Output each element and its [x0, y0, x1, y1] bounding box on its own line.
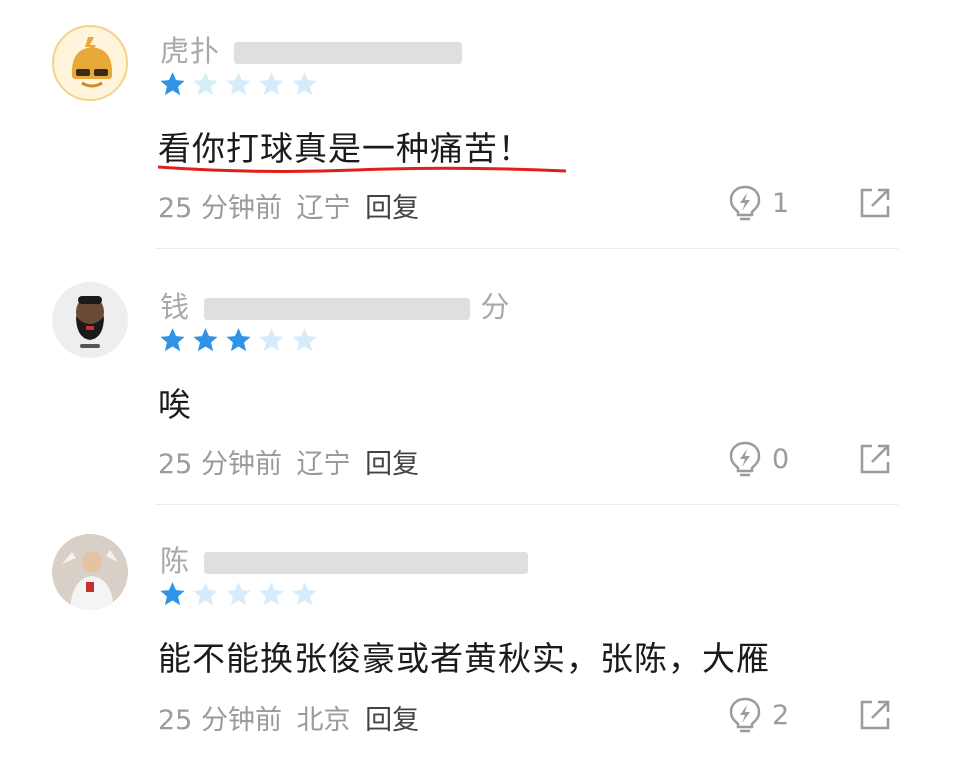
star-icon [259, 582, 284, 606]
star-icon [292, 328, 317, 352]
star-rating [158, 70, 319, 99]
avatar[interactable] [52, 25, 128, 101]
star-rating [158, 326, 319, 355]
star-icon [160, 328, 185, 352]
star-icon [160, 582, 185, 606]
red-underline [157, 165, 567, 173]
avatar[interactable] [52, 282, 128, 358]
lightbulb-like-icon [729, 185, 761, 221]
blurred-username [204, 298, 471, 320]
username-text-suffix: 分 [480, 290, 511, 324]
divider [156, 248, 898, 249]
comment-meta: 25 分钟前 北京 回复 [158, 698, 419, 737]
comment-item: 虎扑 看你打球真是一种痛苦！ 25 分钟前 辽宁 回复 1 [0, 0, 960, 256]
share-icon[interactable] [858, 698, 892, 732]
star-icon [160, 72, 185, 96]
comment-item: 陈 能不能换张俊豪或者黄秋实，张陈，大雁 25 分钟前 北京 回复 2 [0, 512, 960, 759]
like-count: 0 [772, 443, 790, 475]
username[interactable]: 虎扑 [160, 28, 463, 70]
username-text: 钱 [160, 290, 191, 324]
like-button[interactable]: 0 [728, 440, 789, 478]
blurred-username [234, 42, 463, 64]
lightbulb-like-icon [729, 441, 761, 477]
like-count: 1 [772, 187, 790, 219]
username-text: 陈 [160, 544, 191, 578]
username[interactable]: 钱 分 [160, 284, 510, 326]
star-icon [226, 328, 251, 352]
timestamp: 25 分钟前 [158, 705, 282, 736]
location: 辽宁 [296, 193, 351, 224]
star-icon [259, 72, 284, 96]
timestamp: 25 分钟前 [158, 193, 282, 224]
star-icon [193, 72, 218, 96]
comment-meta: 25 分钟前 辽宁 回复 [158, 442, 419, 481]
lightbulb-like-icon [729, 697, 761, 733]
reply-button[interactable]: 回复 [365, 449, 419, 480]
star-icon [292, 582, 317, 606]
location: 北京 [296, 705, 351, 736]
username[interactable]: 陈 [160, 538, 529, 580]
like-count: 2 [772, 699, 790, 731]
like-button[interactable]: 1 [728, 184, 789, 222]
timestamp: 25 分钟前 [158, 449, 282, 480]
star-icon [292, 72, 317, 96]
comment-item: 钱 分 唉 25 分钟前 辽宁 回复 0 [0, 256, 960, 512]
reply-button[interactable]: 回复 [365, 193, 419, 224]
star-icon [193, 582, 218, 606]
comment-meta: 25 分钟前 辽宁 回复 [158, 186, 419, 225]
avatar[interactable] [52, 534, 128, 610]
star-icon [226, 582, 251, 606]
star-rating [158, 580, 319, 609]
reply-button[interactable]: 回复 [365, 705, 419, 736]
share-icon[interactable] [858, 186, 892, 220]
username-text: 虎扑 [160, 34, 221, 68]
like-button[interactable]: 2 [728, 696, 789, 734]
comment-text: 唉 [158, 385, 192, 424]
comment-text: 能不能换张俊豪或者黄秋实，张陈，大雁 [158, 639, 770, 678]
star-icon [259, 328, 284, 352]
star-icon [193, 328, 218, 352]
star-icon [226, 72, 251, 96]
blurred-username [204, 552, 529, 574]
divider [156, 504, 898, 505]
share-icon[interactable] [858, 442, 892, 476]
location: 辽宁 [296, 449, 351, 480]
